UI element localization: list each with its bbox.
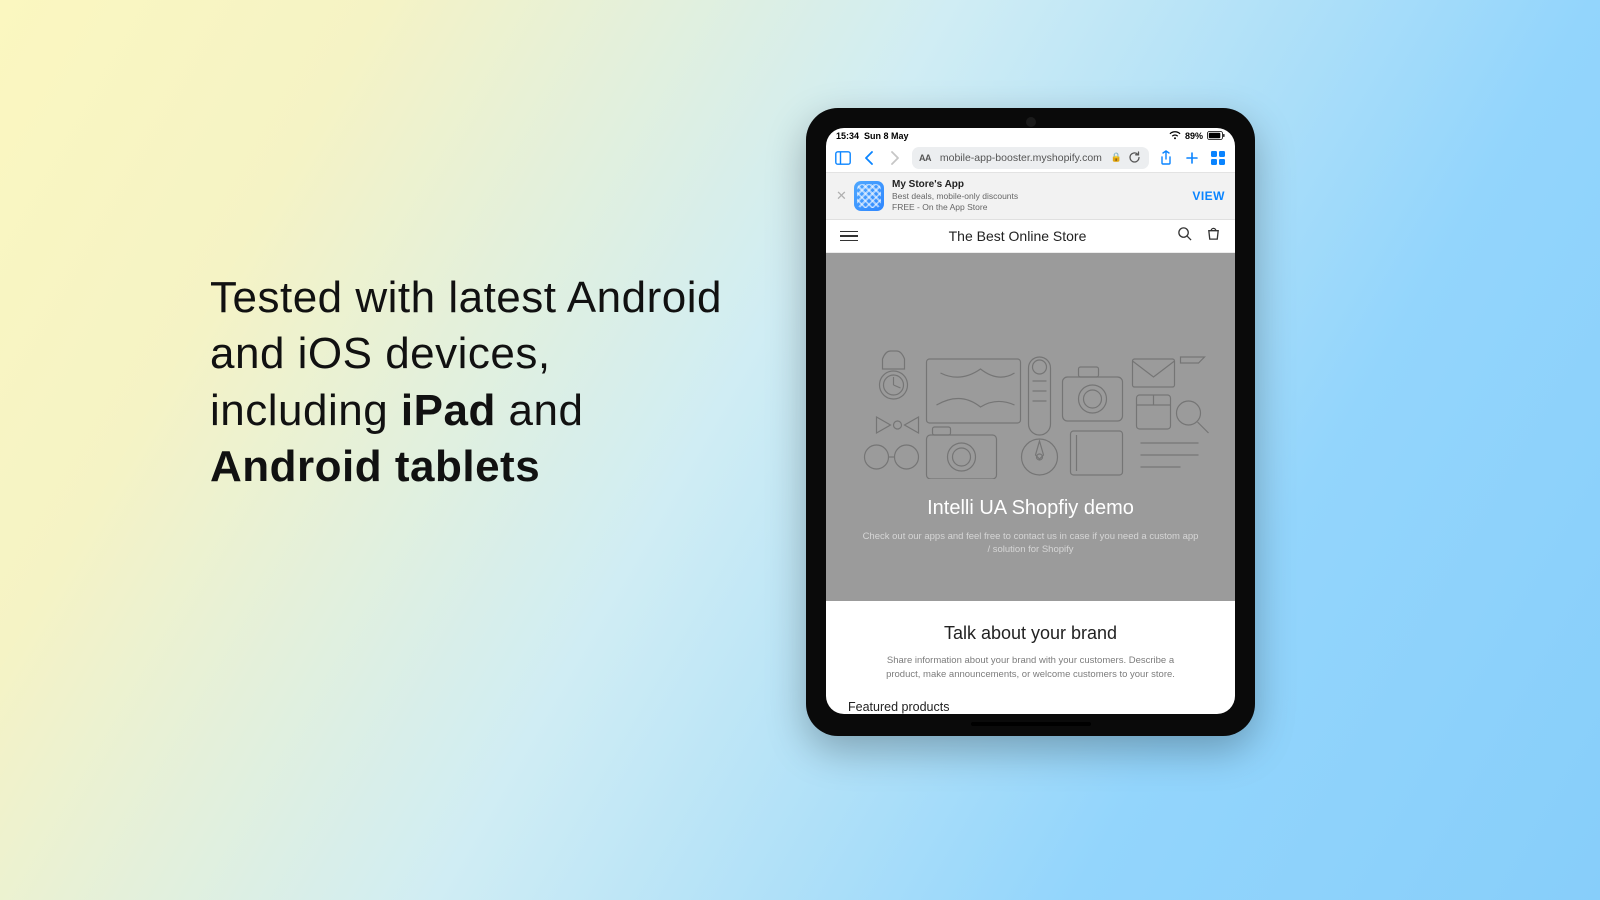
hero-subtitle: Check out our apps and feel free to cont… (861, 530, 1201, 557)
search-icon[interactable] (1177, 226, 1192, 246)
url-text: mobile-app-booster.myshopify.com (937, 152, 1105, 164)
store-header: The Best Online Store (826, 220, 1235, 253)
forward-icon (886, 149, 904, 167)
cart-icon[interactable] (1206, 226, 1221, 246)
battery-icon (1207, 131, 1225, 140)
promo-canvas: Tested with latest Android and iOS devic… (0, 0, 1600, 900)
safari-toolbar: AA mobile-app-booster.myshopify.com 🔒 (826, 144, 1235, 173)
share-icon[interactable] (1157, 149, 1175, 167)
home-indicator[interactable] (971, 722, 1091, 726)
headline-bold-ipad: iPad (401, 386, 496, 435)
close-icon[interactable]: ✕ (836, 188, 846, 204)
lock-icon: 🔒 (1111, 152, 1122, 163)
featured-heading: Featured products (826, 692, 1235, 714)
address-bar[interactable]: AA mobile-app-booster.myshopify.com 🔒 (912, 147, 1149, 169)
tabs-grid-icon[interactable] (1209, 149, 1227, 167)
app-meta: My Store's App Best deals, mobile-only d… (892, 179, 1184, 213)
view-button[interactable]: VIEW (1192, 189, 1225, 203)
hero-section: Intelli UA Shopfiy demo Check out our ap… (826, 253, 1235, 601)
wifi-icon (1169, 131, 1181, 140)
brand-section: Talk about your brand Share information … (826, 601, 1235, 693)
app-price: FREE - On the App Store (892, 202, 1184, 213)
reload-icon[interactable] (1128, 151, 1142, 165)
status-date: Sun 8 May (864, 131, 909, 141)
status-left: 15:34 Sun 8 May (836, 131, 909, 141)
status-time: 15:34 (836, 131, 859, 141)
app-icon (854, 181, 884, 211)
front-camera (1026, 117, 1036, 127)
app-subtitle: Best deals, mobile-only discounts (892, 191, 1184, 202)
battery-percent: 89% (1185, 131, 1203, 141)
sidebar-icon[interactable] (834, 149, 852, 167)
headline-bold-android-tablets: Android tablets (210, 442, 540, 491)
new-tab-icon[interactable] (1183, 149, 1201, 167)
headline-part-2: and (496, 386, 584, 435)
hero-title: Intelli UA Shopfiy demo (927, 497, 1134, 520)
promo-headline: Tested with latest Android and iOS devic… (210, 270, 730, 495)
hero-illustration (840, 349, 1221, 479)
smart-app-banner: ✕ My Store's App Best deals, mobile-only… (826, 173, 1235, 220)
brand-title: Talk about your brand (848, 623, 1213, 644)
app-title: My Store's App (892, 179, 1184, 192)
ipad-screen: 15:34 Sun 8 May 89% (826, 128, 1235, 714)
back-icon[interactable] (860, 149, 878, 167)
brand-subtitle: Share information about your brand with … (871, 654, 1191, 683)
status-right: 89% (1169, 131, 1225, 141)
hamburger-icon[interactable] (840, 231, 858, 242)
ipad-device-frame: 15:34 Sun 8 May 89% (806, 108, 1255, 736)
store-title: The Best Online Store (858, 228, 1177, 244)
ios-status-bar: 15:34 Sun 8 May 89% (826, 128, 1235, 144)
reader-aa-icon[interactable]: AA (919, 153, 931, 163)
